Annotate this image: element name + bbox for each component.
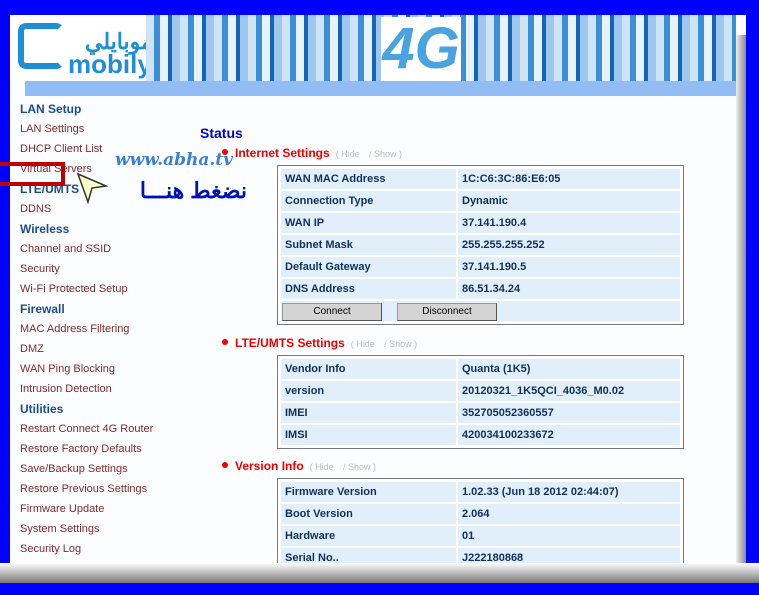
row-label: Default Gateway bbox=[281, 257, 456, 277]
table-row: Vendor Info Quanta (1K5) bbox=[280, 358, 681, 380]
show-link[interactable]: / Show ) bbox=[384, 339, 417, 349]
highlight-box bbox=[0, 162, 65, 186]
row-label: Firmware Version bbox=[281, 482, 456, 502]
sidebar-item[interactable]: LAN Settings bbox=[20, 119, 153, 139]
hide-link[interactable]: ( Hide bbox=[336, 149, 360, 159]
sidebar-item[interactable]: Restore Factory Defaults bbox=[20, 439, 153, 459]
hide-link[interactable]: ( Hide bbox=[351, 339, 375, 349]
sidebar-item[interactable]: Security Log bbox=[20, 539, 153, 559]
section-heading: LTE/UMTS Settings ( Hide / Show ) bbox=[222, 336, 417, 350]
page-title: Status bbox=[200, 125, 243, 141]
sidebar-item[interactable]: Wi-Fi Protected Setup bbox=[20, 279, 153, 299]
sidebar-item[interactable]: MAC Address Filtering bbox=[20, 319, 153, 339]
row-value: 255.255.255.252 bbox=[458, 235, 680, 255]
table-row: IMSI 420034100233672 bbox=[280, 424, 681, 446]
bullet-icon bbox=[222, 462, 228, 468]
row-value: Dynamic bbox=[458, 191, 680, 211]
sidebar-item[interactable]: Firmware Update bbox=[20, 499, 153, 519]
section-title: Internet Settings bbox=[235, 146, 330, 160]
show-link[interactable]: / Show ) bbox=[369, 149, 402, 159]
row-label: Vendor Info bbox=[281, 359, 456, 379]
row-label: DNS Address bbox=[281, 279, 456, 299]
sidebar-item[interactable]: Restart Connect 4G Router bbox=[20, 419, 153, 439]
table-row: Default Gateway 37.141.190.5 bbox=[280, 256, 681, 278]
disconnect-button[interactable]: Disconnect bbox=[397, 303, 497, 321]
bottom-edge bbox=[0, 563, 759, 583]
section-heading: Internet Settings ( Hide / Show ) bbox=[222, 146, 402, 160]
sidebar-heading: Wireless bbox=[20, 222, 70, 236]
row-label: WAN IP bbox=[281, 213, 456, 233]
header-bar bbox=[25, 81, 745, 96]
row-value: 1.02.33 (Jun 18 2012 02:44:07) bbox=[458, 482, 680, 502]
row-value: 20120321_1K5QCI_4036_M0.02 bbox=[458, 381, 680, 401]
header: موبايلي mobily 4G bbox=[10, 15, 746, 81]
section-title: LTE/UMTS Settings bbox=[235, 336, 345, 350]
info-table: Vendor Info Quanta (1K5) version 20120321_1… bbox=[277, 355, 684, 449]
row-label: Subnet Mask bbox=[281, 235, 456, 255]
row-label: IMEI bbox=[281, 403, 456, 423]
row-value: Quanta (1K5) bbox=[458, 359, 680, 379]
logo-text: mobily bbox=[68, 49, 152, 79]
router-page: موبايلي mobily 4G LAN Setup LAN Settings D… bbox=[10, 15, 746, 580]
right-edge bbox=[736, 35, 746, 580]
row-value: 01 bbox=[458, 526, 680, 546]
bullet-icon bbox=[222, 339, 228, 345]
row-label: WAN MAC Address bbox=[281, 169, 456, 189]
sidebar-item[interactable]: Save/Backup Settings bbox=[20, 459, 153, 479]
sidebar-heading: LAN Setup bbox=[20, 102, 82, 116]
info-table: Firmware Version 1.02.33 (Jun 18 2012 02:… bbox=[277, 478, 684, 572]
row-label: Boot Version bbox=[281, 504, 456, 524]
section-heading: Version Info ( Hide / Show ) bbox=[222, 459, 376, 473]
table-row: IMEI 352705052360557 bbox=[280, 402, 681, 424]
row-label: Hardware bbox=[281, 526, 456, 546]
hide-link[interactable]: ( Hide bbox=[310, 462, 334, 472]
table-row: Hardware 01 bbox=[280, 525, 681, 547]
sidebar-item[interactable]: System Settings bbox=[20, 519, 153, 539]
sidebar-item[interactable]: Security bbox=[20, 259, 153, 279]
row-value: 1C:C6:3C:86:E6:05 bbox=[458, 169, 680, 189]
sidebar-item[interactable]: WAN Ping Blocking bbox=[20, 359, 153, 379]
sidebar-item[interactable]: Restore Previous Settings bbox=[20, 479, 153, 499]
4g-logo: 4G bbox=[381, 16, 461, 81]
table-row: WAN IP 37.141.190.4 bbox=[280, 212, 681, 234]
sidebar-item[interactable]: DMZ bbox=[20, 339, 153, 359]
row-label: Connection Type bbox=[281, 191, 456, 211]
table-row: Connection Type Dynamic bbox=[280, 190, 681, 212]
table-row: DNS Address 86.51.34.24 bbox=[280, 278, 681, 300]
sidebar-item[interactable]: Channel and SSID bbox=[20, 239, 153, 259]
row-value: 37.141.190.4 bbox=[458, 213, 680, 233]
table-row: Firmware Version 1.02.33 (Jun 18 2012 02:… bbox=[280, 481, 681, 503]
row-label: IMSI bbox=[281, 425, 456, 445]
show-link[interactable]: / Show ) bbox=[343, 462, 376, 472]
table-row: Boot Version 2.064 bbox=[280, 503, 681, 525]
row-value: 352705052360557 bbox=[458, 403, 680, 423]
watermark: www.abha.tv bbox=[115, 150, 234, 170]
sidebar-heading: Firewall bbox=[20, 302, 65, 316]
row-value: 2.064 bbox=[458, 504, 680, 524]
pointer-arrow-icon bbox=[76, 172, 108, 204]
row-label: version bbox=[281, 381, 456, 401]
section-title: Version Info bbox=[235, 459, 304, 473]
row-value: 420034100233672 bbox=[458, 425, 680, 445]
row-value: 37.141.190.5 bbox=[458, 257, 680, 277]
arabic-hint: نضغط هنـــا bbox=[139, 178, 247, 203]
connect-button[interactable]: Connect bbox=[282, 303, 382, 321]
sidebar-heading: Utilities bbox=[20, 402, 64, 416]
table-row: Subnet Mask 255.255.255.252 bbox=[280, 234, 681, 256]
sidebar-item[interactable]: Intrusion Detection bbox=[20, 379, 153, 399]
button-row: Connect Disconnect bbox=[281, 301, 680, 321]
row-value: 86.51.34.24 bbox=[458, 279, 680, 299]
table-row: WAN MAC Address 1C:C6:3C:86:E6:05 bbox=[280, 168, 681, 190]
table-row: version 20120321_1K5QCI_4036_M0.02 bbox=[280, 380, 681, 402]
mobily-logo-icon bbox=[18, 23, 64, 69]
info-table: WAN MAC Address 1C:C6:3C:86:E6:05 Connecti… bbox=[277, 165, 684, 325]
